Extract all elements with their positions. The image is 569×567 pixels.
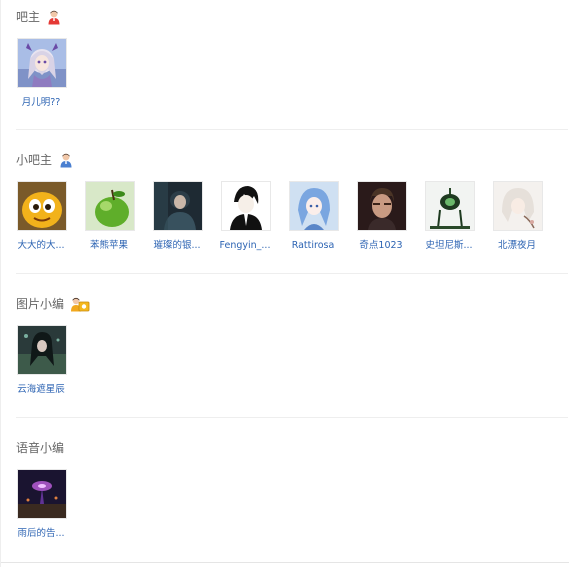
forum-managers-panel: 吧主 月儿明?? 小吧主 大大的大... 苯熊苹果 璀璨的银... Fengyi… — [0, 0, 569, 567]
avatar[interactable] — [17, 469, 67, 519]
section-title: 小吧主 — [16, 153, 53, 167]
divider — [16, 129, 568, 130]
member-name[interactable]: 奇点1023 — [347, 239, 415, 253]
avatar[interactable] — [153, 181, 203, 231]
member-name[interactable]: 苯熊苹果 — [75, 239, 143, 253]
section-title: 语音小编 — [16, 441, 65, 455]
blue-user-icon — [58, 152, 74, 168]
section-header: 吧主 — [16, 7, 62, 27]
section-header: 小吧主 — [16, 150, 74, 170]
divider — [16, 417, 568, 418]
avatar[interactable] — [221, 181, 271, 231]
avatar[interactable] — [289, 181, 339, 231]
photo-editor-icon — [70, 296, 90, 312]
member-name[interactable]: 月儿明?? — [7, 96, 75, 110]
avatar[interactable] — [17, 325, 67, 375]
avatar[interactable] — [493, 181, 543, 231]
member-name[interactable]: 璀璨的银... — [143, 239, 211, 253]
member-name[interactable]: 史坦尼斯... — [415, 239, 483, 253]
avatar[interactable] — [85, 181, 135, 231]
avatar[interactable] — [425, 181, 475, 231]
member-name[interactable]: Fengyin_... — [211, 239, 279, 253]
member-name[interactable]: Rattirosa — [279, 239, 347, 253]
section-title: 图片小编 — [16, 297, 65, 311]
member-name[interactable]: 大大的大... — [7, 239, 75, 253]
section-header: 图片小编 — [16, 294, 90, 314]
avatar[interactable] — [17, 38, 67, 88]
divider — [16, 273, 568, 274]
member-name[interactable]: 云海遮星辰 — [7, 383, 75, 397]
member-name[interactable]: 北漂夜月 — [483, 239, 551, 253]
red-user-icon — [46, 9, 62, 25]
member-name[interactable]: 雨后的告... — [7, 527, 75, 541]
bottom-border — [1, 562, 569, 563]
avatar[interactable] — [357, 181, 407, 231]
section-header: 语音小编 — [16, 438, 64, 458]
section-title: 吧主 — [16, 10, 41, 24]
avatar[interactable] — [17, 181, 67, 231]
